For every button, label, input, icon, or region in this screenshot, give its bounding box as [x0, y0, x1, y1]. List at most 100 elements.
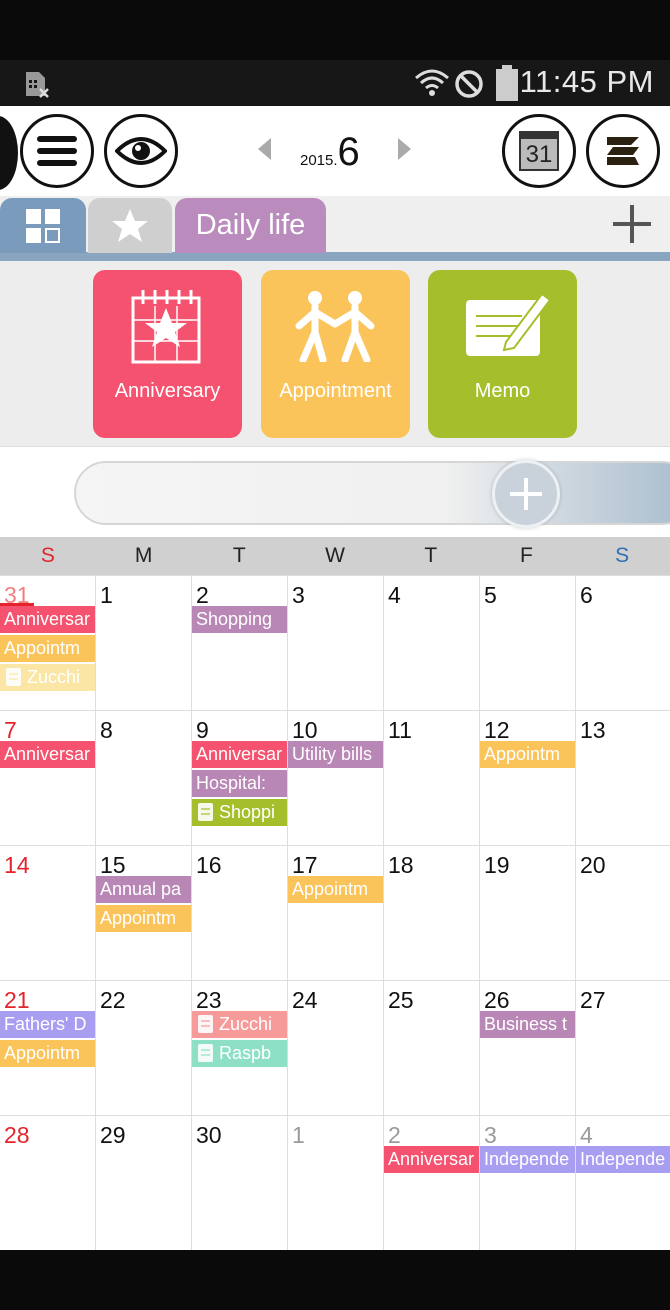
- week-row: 31 Anniversar Appointm Zucchi 1 2 Shopping 3 4 5 6: [0, 575, 670, 711]
- week-row: 7 Anniversar 8 9 Anniversar Hospital: Shoppi 10…: [0, 710, 670, 846]
- day-cell[interactable]: 14: [0, 846, 96, 981]
- event-label: Anniversar: [4, 609, 91, 629]
- appointment-button[interactable]: Appointment: [261, 270, 410, 438]
- event-chip[interactable]: Appointm: [96, 905, 191, 932]
- add-tab-icon[interactable]: [612, 204, 652, 244]
- day-cell[interactable]: 29: [96, 1116, 192, 1250]
- day-cell[interactable]: 20: [576, 846, 670, 981]
- day-cell[interactable]: 1: [288, 1116, 384, 1250]
- day-cell[interactable]: 17 Appointm: [288, 846, 384, 981]
- event-chip[interactable]: Utility bills: [288, 741, 383, 768]
- day-cell[interactable]: 1: [96, 576, 192, 711]
- today-button[interactable]: 31: [502, 114, 576, 188]
- category-shortcuts: Anniversary Appointment Memo: [0, 262, 670, 447]
- day-cell[interactable]: 16: [192, 846, 288, 981]
- day-cell[interactable]: 9 Anniversar Hospital: Shoppi: [192, 711, 288, 846]
- day-cell[interactable]: 27: [576, 981, 670, 1116]
- event-chip[interactable]: Zucchi: [192, 1011, 287, 1038]
- day-cell[interactable]: 2 Anniversar: [384, 1116, 480, 1250]
- day-cell[interactable]: 28: [0, 1116, 96, 1250]
- day-cell[interactable]: 24: [288, 981, 384, 1116]
- day-cell[interactable]: 7 Anniversar: [0, 711, 96, 846]
- day-cell[interactable]: 18: [384, 846, 480, 981]
- event-chip[interactable]: Appointm: [0, 1040, 95, 1067]
- status-time: 11:45 PM: [519, 64, 654, 99]
- tab-all[interactable]: [0, 198, 86, 253]
- star-icon: [112, 208, 148, 242]
- day-number: 5: [484, 582, 497, 608]
- event-chip[interactable]: Anniversar: [192, 741, 287, 768]
- day-cell[interactable]: 19: [480, 846, 576, 981]
- anniversary-button[interactable]: Anniversary: [93, 270, 242, 438]
- day-cell[interactable]: 8: [96, 711, 192, 846]
- memo-note-icon: [198, 803, 213, 821]
- day-cell[interactable]: 30: [192, 1116, 288, 1250]
- quick-add-bar: [0, 447, 670, 537]
- plus-icon: [510, 478, 542, 510]
- weekday-thu: T: [424, 544, 438, 567]
- event-label: Fathers' D: [4, 1014, 87, 1034]
- menu-button[interactable]: [20, 114, 94, 188]
- event-chip[interactable]: Fathers' D: [0, 1011, 95, 1038]
- calendar-app: 2015.6 31 Daily life Anniversary Appoint…: [0, 106, 670, 1250]
- day-cell[interactable]: 6: [576, 576, 670, 711]
- layers-button[interactable]: [586, 114, 660, 188]
- view-toggle-button[interactable]: [104, 114, 178, 188]
- event-chip[interactable]: Raspb: [192, 1040, 287, 1067]
- event-chip[interactable]: Hospital:: [192, 770, 287, 797]
- event-chip[interactable]: Anniversar: [384, 1146, 479, 1173]
- anniversary-label: Anniversary: [114, 380, 221, 402]
- anniversary-icon: [131, 290, 201, 364]
- quick-add-input[interactable]: [74, 461, 670, 525]
- event-chip[interactable]: Independe: [480, 1146, 575, 1173]
- day-cell[interactable]: 21 Fathers' D Appointm: [0, 981, 96, 1116]
- day-cell[interactable]: 13: [576, 711, 670, 846]
- day-number: 16: [196, 852, 222, 878]
- event-chip[interactable]: Appointm: [480, 741, 575, 768]
- day-cell[interactable]: 15 Annual pa Appointm: [96, 846, 192, 981]
- weekday-sun: S: [40, 544, 55, 567]
- event-chip[interactable]: Appointm: [288, 876, 383, 903]
- memo-icon: [466, 292, 552, 356]
- next-month-arrow[interactable]: [398, 138, 411, 160]
- day-cell[interactable]: 4: [384, 576, 480, 711]
- memo-button[interactable]: Memo: [428, 270, 577, 438]
- week-row: 21 Fathers' D Appointm 22 23 Zucchi Raspb 24 25 2…: [0, 980, 670, 1116]
- event-chip[interactable]: Business t: [480, 1011, 575, 1038]
- day-cell[interactable]: 11: [384, 711, 480, 846]
- event-chip[interactable]: Independe: [576, 1146, 670, 1173]
- tab-favorites[interactable]: [88, 198, 172, 253]
- day-number: 1: [292, 1122, 305, 1148]
- day-cell[interactable]: 23 Zucchi Raspb: [192, 981, 288, 1116]
- event-chip[interactable]: Zucchi: [0, 664, 95, 691]
- tab-daily-life[interactable]: Daily life: [175, 198, 326, 253]
- weekday-sat: S: [615, 544, 630, 567]
- day-number: 3: [292, 582, 305, 608]
- day-cell[interactable]: 5: [480, 576, 576, 711]
- tab-underline: [0, 252, 670, 261]
- event-chip[interactable]: Shoppi: [192, 799, 287, 826]
- day-number: 19: [484, 852, 510, 878]
- day-cell[interactable]: 3: [288, 576, 384, 711]
- event-label: Appointm: [4, 638, 81, 658]
- event-chip[interactable]: Anniversar: [0, 606, 95, 633]
- day-cell[interactable]: 10 Utility bills: [288, 711, 384, 846]
- event-chip[interactable]: Anniversar: [0, 741, 95, 768]
- day-cell[interactable]: 31 Anniversar Appointm Zucchi: [0, 576, 96, 711]
- day-cell[interactable]: 22: [96, 981, 192, 1116]
- side-drawer-handle[interactable]: [0, 116, 18, 190]
- day-cell[interactable]: 12 Appointm: [480, 711, 576, 846]
- day-number: 21: [4, 987, 30, 1013]
- day-cell[interactable]: 2 Shopping: [192, 576, 288, 711]
- event-chip[interactable]: Shopping: [192, 606, 287, 633]
- day-cell[interactable]: 26 Business t: [480, 981, 576, 1116]
- day-cell[interactable]: 4 Independe: [576, 1116, 670, 1250]
- prev-month-arrow[interactable]: [258, 138, 271, 160]
- event-chip[interactable]: Appointm: [0, 635, 95, 662]
- month-display[interactable]: 2015.6: [300, 130, 360, 175]
- day-cell[interactable]: 3 Independe: [480, 1116, 576, 1250]
- event-chip[interactable]: Annual pa: [96, 876, 191, 903]
- event-label: Independe: [580, 1149, 666, 1169]
- day-cell[interactable]: 25: [384, 981, 480, 1116]
- quick-add-button[interactable]: [492, 460, 560, 528]
